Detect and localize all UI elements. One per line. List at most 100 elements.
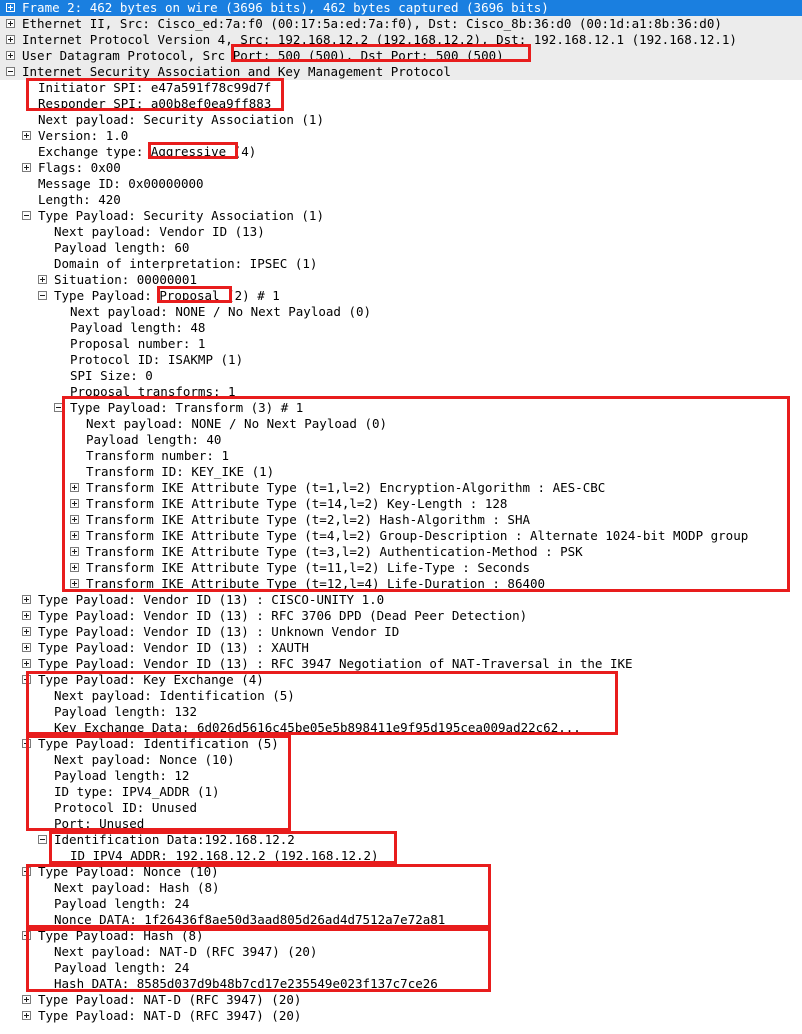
tree-row-label: Initiator SPI: e47a591f78c99d7f <box>38 80 272 95</box>
tree-row[interactable]: Type Payload: Vendor ID (13) : XAUTH <box>0 640 802 656</box>
collapse-icon[interactable] <box>22 931 31 940</box>
tree-row[interactable]: Hash DATA: 8585d037d9b48b7cd17e235549e02… <box>0 976 802 992</box>
tree-row[interactable]: Type Payload: Vendor ID (13) : CISCO-UNI… <box>0 592 802 608</box>
tree-row[interactable]: Type Payload: Proposal (2) # 1 <box>0 288 802 304</box>
expand-icon[interactable] <box>22 995 31 1004</box>
tree-row[interactable]: Domain of interpretation: IPSEC (1) <box>0 256 802 272</box>
tree-row[interactable]: Payload length: 40 <box>0 432 802 448</box>
tree-row[interactable]: ID type: IPV4_ADDR (1) <box>0 784 802 800</box>
tree-row[interactable]: Type Payload: NAT-D (RFC 3947) (20) <box>0 992 802 1008</box>
tree-row[interactable]: SPI Size: 0 <box>0 368 802 384</box>
tree-row[interactable]: Type Payload: Security Association (1) <box>0 208 802 224</box>
tree-row[interactable]: Key Exchange Data: 6d026d5616c45be05e5b8… <box>0 720 802 736</box>
tree-row[interactable]: Nonce DATA: 1f26436f8ae50d3aad805d26ad4d… <box>0 912 802 928</box>
tree-row[interactable]: Payload length: 132 <box>0 704 802 720</box>
collapse-icon[interactable] <box>22 211 31 220</box>
tree-row[interactable]: Payload length: 48 <box>0 320 802 336</box>
tree-row[interactable]: Length: 420 <box>0 192 802 208</box>
tree-row[interactable]: User Datagram Protocol, Src Port: 500 (5… <box>0 48 802 64</box>
tree-row[interactable]: Frame 2: 462 bytes on wire (3696 bits), … <box>0 0 802 16</box>
expand-icon[interactable] <box>6 35 15 44</box>
tree-row[interactable]: Next payload: NONE / No Next Payload (0) <box>0 304 802 320</box>
tree-row[interactable]: Ethernet II, Src: Cisco_ed:7a:f0 (00:17:… <box>0 16 802 32</box>
tree-row[interactable]: Next payload: NONE / No Next Payload (0) <box>0 416 802 432</box>
expand-icon[interactable] <box>70 547 79 556</box>
collapse-icon[interactable] <box>38 291 47 300</box>
tree-row[interactable]: Transform number: 1 <box>0 448 802 464</box>
collapse-icon[interactable] <box>22 739 31 748</box>
tree-row[interactable]: Next payload: Identification (5) <box>0 688 802 704</box>
expand-icon[interactable] <box>70 483 79 492</box>
tree-row[interactable]: Transform IKE Attribute Type (t=1,l=2) E… <box>0 480 802 496</box>
collapse-icon[interactable] <box>22 675 31 684</box>
tree-row[interactable]: Internet Security Association and Key Ma… <box>0 64 802 80</box>
tree-row[interactable]: Transform IKE Attribute Type (t=4,l=2) G… <box>0 528 802 544</box>
tree-row[interactable]: ID_IPV4_ADDR: 192.168.12.2 (192.168.12.2… <box>0 848 802 864</box>
tree-row[interactable]: Protocol ID: ISAKMP (1) <box>0 352 802 368</box>
tree-row[interactable]: Version: 1.0 <box>0 128 802 144</box>
tree-row[interactable]: Type Payload: Transform (3) # 1 <box>0 400 802 416</box>
expand-icon[interactable] <box>6 19 15 28</box>
expand-icon[interactable] <box>70 531 79 540</box>
expand-icon[interactable] <box>22 595 31 604</box>
tree-row[interactable]: Transform ID: KEY_IKE (1) <box>0 464 802 480</box>
expand-icon[interactable] <box>22 131 31 140</box>
expand-icon[interactable] <box>70 563 79 572</box>
expand-icon[interactable] <box>6 3 15 12</box>
tree-row[interactable]: Next payload: Vendor ID (13) <box>0 224 802 240</box>
tree-row-label: Type Payload: Vendor ID (13) : CISCO-UNI… <box>38 592 385 607</box>
expand-icon[interactable] <box>22 1011 31 1020</box>
tree-row[interactable]: Protocol ID: Unused <box>0 800 802 816</box>
tree-row[interactable]: Next payload: Nonce (10) <box>0 752 802 768</box>
collapse-icon[interactable] <box>38 835 47 844</box>
tree-row[interactable]: Type Payload: Key Exchange (4) <box>0 672 802 688</box>
tree-row[interactable]: Transform IKE Attribute Type (t=2,l=2) H… <box>0 512 802 528</box>
expand-icon[interactable] <box>22 611 31 620</box>
tree-row[interactable]: Message ID: 0x00000000 <box>0 176 802 192</box>
tree-row[interactable]: Type Payload: NAT-D (RFC 3947) (20) <box>0 1008 802 1024</box>
tree-row[interactable]: Initiator SPI: e47a591f78c99d7f <box>0 80 802 96</box>
tree-row[interactable]: Internet Protocol Version 4, Src: 192.16… <box>0 32 802 48</box>
tree-row[interactable]: Transform IKE Attribute Type (t=14,l=2) … <box>0 496 802 512</box>
tree-row[interactable]: Transform IKE Attribute Type (t=12,l=4) … <box>0 576 802 592</box>
tree-row[interactable]: Identification Data:192.168.12.2 <box>0 832 802 848</box>
expand-icon[interactable] <box>70 579 79 588</box>
tree-row[interactable]: Transform IKE Attribute Type (t=11,l=2) … <box>0 560 802 576</box>
collapse-icon[interactable] <box>54 403 63 412</box>
tree-row[interactable]: Type Payload: Identification (5) <box>0 736 802 752</box>
collapse-icon[interactable] <box>22 867 31 876</box>
tree-row[interactable]: Payload length: 24 <box>0 960 802 976</box>
expand-icon[interactable] <box>70 515 79 524</box>
tree-row[interactable]: Port: Unused <box>0 816 802 832</box>
expand-icon[interactable] <box>6 51 15 60</box>
tree-row[interactable]: Payload length: 24 <box>0 896 802 912</box>
tree-row[interactable]: Transform IKE Attribute Type (t=3,l=2) A… <box>0 544 802 560</box>
expand-icon[interactable] <box>70 499 79 508</box>
packet-detail-tree[interactable]: Frame 2: 462 bytes on wire (3696 bits), … <box>0 0 802 1034</box>
tree-row[interactable]: Situation: 00000001 <box>0 272 802 288</box>
tree-row[interactable]: Type Payload: Nonce (10) <box>0 864 802 880</box>
tree-row[interactable]: Payload length: 60 <box>0 240 802 256</box>
expand-icon[interactable] <box>22 163 31 172</box>
collapse-icon[interactable] <box>6 67 15 76</box>
tree-row[interactable]: Flags: 0x00 <box>0 160 802 176</box>
tree-row[interactable]: Exchange type: Aggressive (4) <box>0 144 802 160</box>
tree-row-label: Exchange type: Aggressive (4) <box>38 144 257 159</box>
tree-row[interactable]: Next payload: NAT-D (RFC 3947) (20) <box>0 944 802 960</box>
tree-row[interactable]: Type Payload: Vendor ID (13) : Unknown V… <box>0 624 802 640</box>
tree-row-label: Internet Protocol Version 4, Src: 192.16… <box>22 32 737 47</box>
expand-icon[interactable] <box>22 659 31 668</box>
expand-icon[interactable] <box>38 275 47 284</box>
expand-icon[interactable] <box>22 627 31 636</box>
tree-row[interactable]: Type Payload: Vendor ID (13) : RFC 3706 … <box>0 608 802 624</box>
tree-row[interactable]: Responder SPI: a00b8ef0ea9ff883 <box>0 96 802 112</box>
tree-row[interactable]: Proposal transforms: 1 <box>0 384 802 400</box>
tree-row[interactable]: Next payload: Security Association (1) <box>0 112 802 128</box>
tree-row[interactable]: Payload length: 12 <box>0 768 802 784</box>
tree-row[interactable]: Type Payload: Vendor ID (13) : RFC 3947 … <box>0 656 802 672</box>
tree-row-label: ID_IPV4_ADDR: 192.168.12.2 (192.168.12.2… <box>70 848 379 863</box>
expand-icon[interactable] <box>22 643 31 652</box>
tree-row[interactable]: Next payload: Hash (8) <box>0 880 802 896</box>
tree-row[interactable]: Type Payload: Hash (8) <box>0 928 802 944</box>
tree-row[interactable]: Proposal number: 1 <box>0 336 802 352</box>
